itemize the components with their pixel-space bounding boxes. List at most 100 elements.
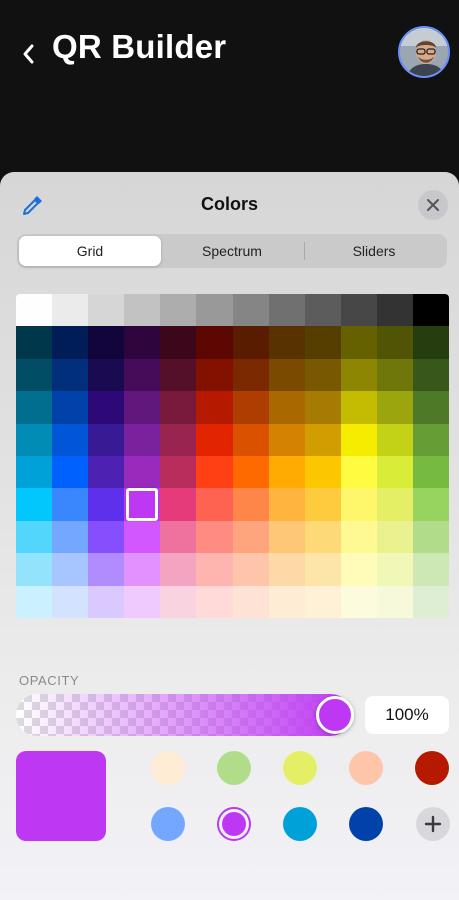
- back-button[interactable]: [18, 34, 44, 74]
- color-grid-cell[interactable]: [268, 520, 306, 554]
- color-swatch[interactable]: [283, 807, 317, 841]
- color-swatch[interactable]: [349, 807, 383, 841]
- color-grid-cell[interactable]: [16, 553, 53, 587]
- color-grid-cell[interactable]: [196, 456, 234, 489]
- avatar[interactable]: [398, 26, 450, 78]
- color-grid-cell[interactable]: [232, 520, 270, 554]
- color-grid-cell[interactable]: [196, 326, 234, 360]
- color-grid-cell[interactable]: [268, 326, 306, 360]
- color-grid-cell[interactable]: [232, 553, 270, 587]
- color-grid-cell[interactable]: [304, 294, 342, 327]
- color-grid-cell[interactable]: [52, 294, 89, 327]
- color-grid-cell[interactable]: [232, 488, 270, 522]
- color-grid-cell[interactable]: [268, 553, 306, 587]
- color-grid-cell[interactable]: [16, 488, 53, 522]
- color-grid-cell[interactable]: [160, 326, 197, 360]
- color-grid-cell[interactable]: [232, 585, 270, 618]
- color-grid-cell[interactable]: [124, 520, 161, 554]
- color-grid-cell[interactable]: [196, 358, 234, 392]
- color-grid-cell[interactable]: [412, 553, 449, 587]
- color-grid-cell[interactable]: [340, 520, 378, 554]
- color-grid-cell[interactable]: [88, 488, 125, 522]
- color-grid-cell[interactable]: [412, 358, 449, 392]
- color-grid-cell[interactable]: [52, 488, 89, 522]
- color-grid-cell[interactable]: [160, 553, 197, 587]
- color-grid-cell[interactable]: [340, 456, 378, 489]
- color-grid-cell[interactable]: [16, 358, 53, 392]
- color-grid-cell[interactable]: [232, 358, 270, 392]
- color-grid-cell[interactable]: [340, 553, 378, 587]
- color-grid-cell[interactable]: [412, 391, 449, 425]
- close-button[interactable]: [418, 190, 448, 220]
- color-grid-cell[interactable]: [340, 326, 378, 360]
- color-grid-cell[interactable]: [16, 423, 53, 457]
- color-grid-cell[interactable]: [88, 294, 125, 327]
- color-grid-cell[interactable]: [52, 358, 89, 392]
- color-grid-cell[interactable]: [304, 326, 342, 360]
- color-grid-cell[interactable]: [232, 456, 270, 489]
- color-grid-cell[interactable]: [268, 391, 306, 425]
- color-grid-cell[interactable]: [124, 585, 161, 618]
- color-grid-cell[interactable]: [340, 391, 378, 425]
- add-swatch-button[interactable]: [416, 807, 450, 841]
- color-grid-cell[interactable]: [268, 294, 306, 327]
- color-grid-cell[interactable]: [376, 456, 414, 489]
- opacity-value-field[interactable]: 100%: [365, 696, 449, 734]
- color-grid-cell[interactable]: [304, 553, 342, 587]
- color-grid-cell[interactable]: [376, 391, 414, 425]
- color-grid-cell[interactable]: [196, 423, 234, 457]
- color-grid-cell[interactable]: [304, 585, 342, 618]
- color-grid-cell[interactable]: [196, 585, 234, 618]
- color-grid-cell[interactable]: [268, 585, 306, 618]
- color-grid-cell[interactable]: [16, 520, 53, 554]
- color-grid-cell[interactable]: [340, 585, 378, 618]
- color-grid-cell[interactable]: [124, 326, 161, 360]
- color-grid-cell[interactable]: [268, 358, 306, 392]
- color-grid-cell[interactable]: [160, 358, 197, 392]
- opacity-slider-thumb[interactable]: [316, 696, 354, 734]
- color-grid-cell[interactable]: [124, 391, 161, 425]
- color-grid-cell[interactable]: [160, 585, 197, 618]
- color-grid-cell[interactable]: [304, 488, 342, 522]
- color-grid-cell[interactable]: [412, 294, 449, 327]
- color-grid-cell[interactable]: [232, 294, 270, 327]
- color-swatch[interactable]: [349, 751, 383, 785]
- color-grid-cell[interactable]: [16, 391, 53, 425]
- tab-grid[interactable]: Grid: [19, 236, 161, 266]
- tab-sliders[interactable]: Sliders: [303, 236, 445, 266]
- color-grid-cell[interactable]: [160, 456, 197, 489]
- color-grid-cell[interactable]: [88, 391, 125, 425]
- color-grid-cell[interactable]: [376, 326, 414, 360]
- color-grid-cell[interactable]: [340, 488, 378, 522]
- color-grid-cell[interactable]: [232, 326, 270, 360]
- color-grid-cell[interactable]: [160, 294, 197, 327]
- color-grid-cell[interactable]: [304, 391, 342, 425]
- opacity-slider[interactable]: [16, 694, 352, 736]
- color-grid-cell[interactable]: [196, 520, 234, 554]
- color-grid-cell[interactable]: [124, 456, 161, 489]
- color-swatch[interactable]: [283, 751, 317, 785]
- color-grid-cell[interactable]: [412, 488, 449, 522]
- color-grid-cell[interactable]: [232, 391, 270, 425]
- color-grid-cell[interactable]: [376, 553, 414, 587]
- color-grid-cell[interactable]: [124, 294, 161, 327]
- color-grid-cell[interactable]: [376, 585, 414, 618]
- color-grid-cell[interactable]: [196, 488, 234, 522]
- color-grid-cell[interactable]: [88, 553, 125, 587]
- color-swatch[interactable]: [151, 751, 185, 785]
- color-grid-cell[interactable]: [376, 520, 414, 554]
- color-grid-cell[interactable]: [196, 391, 234, 425]
- color-grid-cell[interactable]: [52, 423, 89, 457]
- color-grid-cell[interactable]: [88, 326, 125, 360]
- color-grid-cell[interactable]: [52, 456, 89, 489]
- color-swatch[interactable]: [217, 751, 251, 785]
- color-grid-cell[interactable]: [232, 423, 270, 457]
- color-grid-cell[interactable]: [52, 391, 89, 425]
- color-grid-cell[interactable]: [412, 326, 449, 360]
- color-grid-cell[interactable]: [304, 520, 342, 554]
- color-grid-cell[interactable]: [88, 358, 125, 392]
- color-grid-cell[interactable]: [124, 423, 161, 457]
- color-grid-cell[interactable]: [376, 488, 414, 522]
- color-grid-cell[interactable]: [160, 391, 197, 425]
- color-grid-cell[interactable]: [304, 423, 342, 457]
